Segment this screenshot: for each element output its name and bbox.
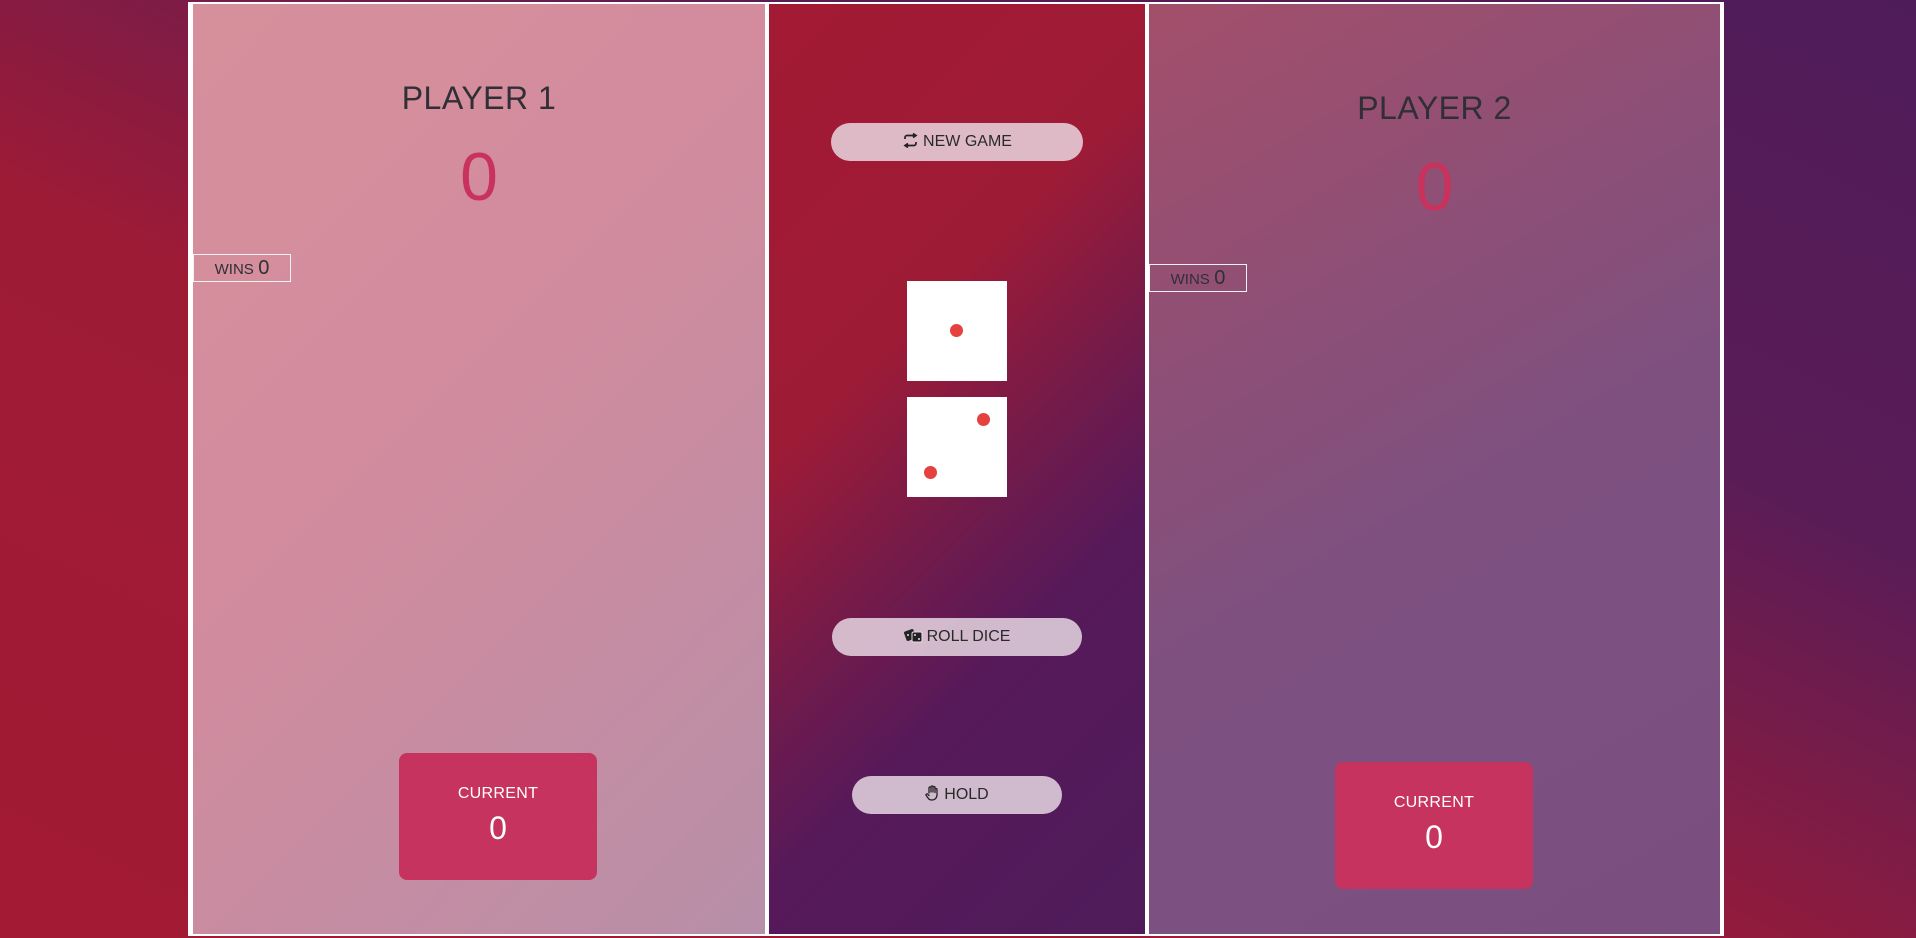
player-2-wins-value: 0 [1214,267,1226,289]
player-2-wins-label: WINS [1170,271,1210,288]
dice-icon [903,629,923,643]
player-2-wins-badge: WINS 0 [1149,264,1247,292]
hold-button[interactable]: HOLD [852,776,1062,814]
controls-panel: NEW GAME ROLL DICE HOLD [769,4,1145,934]
player-1-current-box: CURRENT 0 [399,753,597,880]
die-1 [907,281,1007,381]
player-1-wins-value: 0 [258,257,270,279]
player-2-current-box: CURRENT 0 [1335,762,1533,889]
refresh-icon [903,132,918,149]
die-2 [907,397,1007,497]
hand-icon [925,785,938,801]
player-1-wins-label: WINS [214,261,254,278]
player-1-current-value: 0 [489,810,507,846]
player-2-panel: PLAYER 2 0 WINS 0 CURRENT 0 [1149,4,1720,934]
player-1-current-label: CURRENT [457,785,539,802]
player-2-current-label: CURRENT [1393,794,1475,811]
die-2-pip [977,413,990,426]
new-game-label: NEW GAME [923,133,1012,150]
roll-dice-label: ROLL DICE [926,628,1011,645]
die-2-pip [924,466,937,479]
player-1-name: PLAYER 1 [401,80,557,116]
hold-label: HOLD [944,786,989,803]
player-1-wins-badge: WINS 0 [193,254,291,282]
new-game-button[interactable]: NEW GAME [831,123,1083,161]
die-1-pip [950,324,963,337]
roll-dice-button[interactable]: ROLL DICE [832,618,1082,656]
player-2-name: PLAYER 2 [1357,90,1512,126]
player-1-score: 0 [460,139,498,215]
player-2-current-value: 0 [1425,819,1443,855]
player-2-score: 0 [1415,149,1454,225]
player-1-panel: PLAYER 1 0 WINS 0 CURRENT 0 [193,4,765,934]
